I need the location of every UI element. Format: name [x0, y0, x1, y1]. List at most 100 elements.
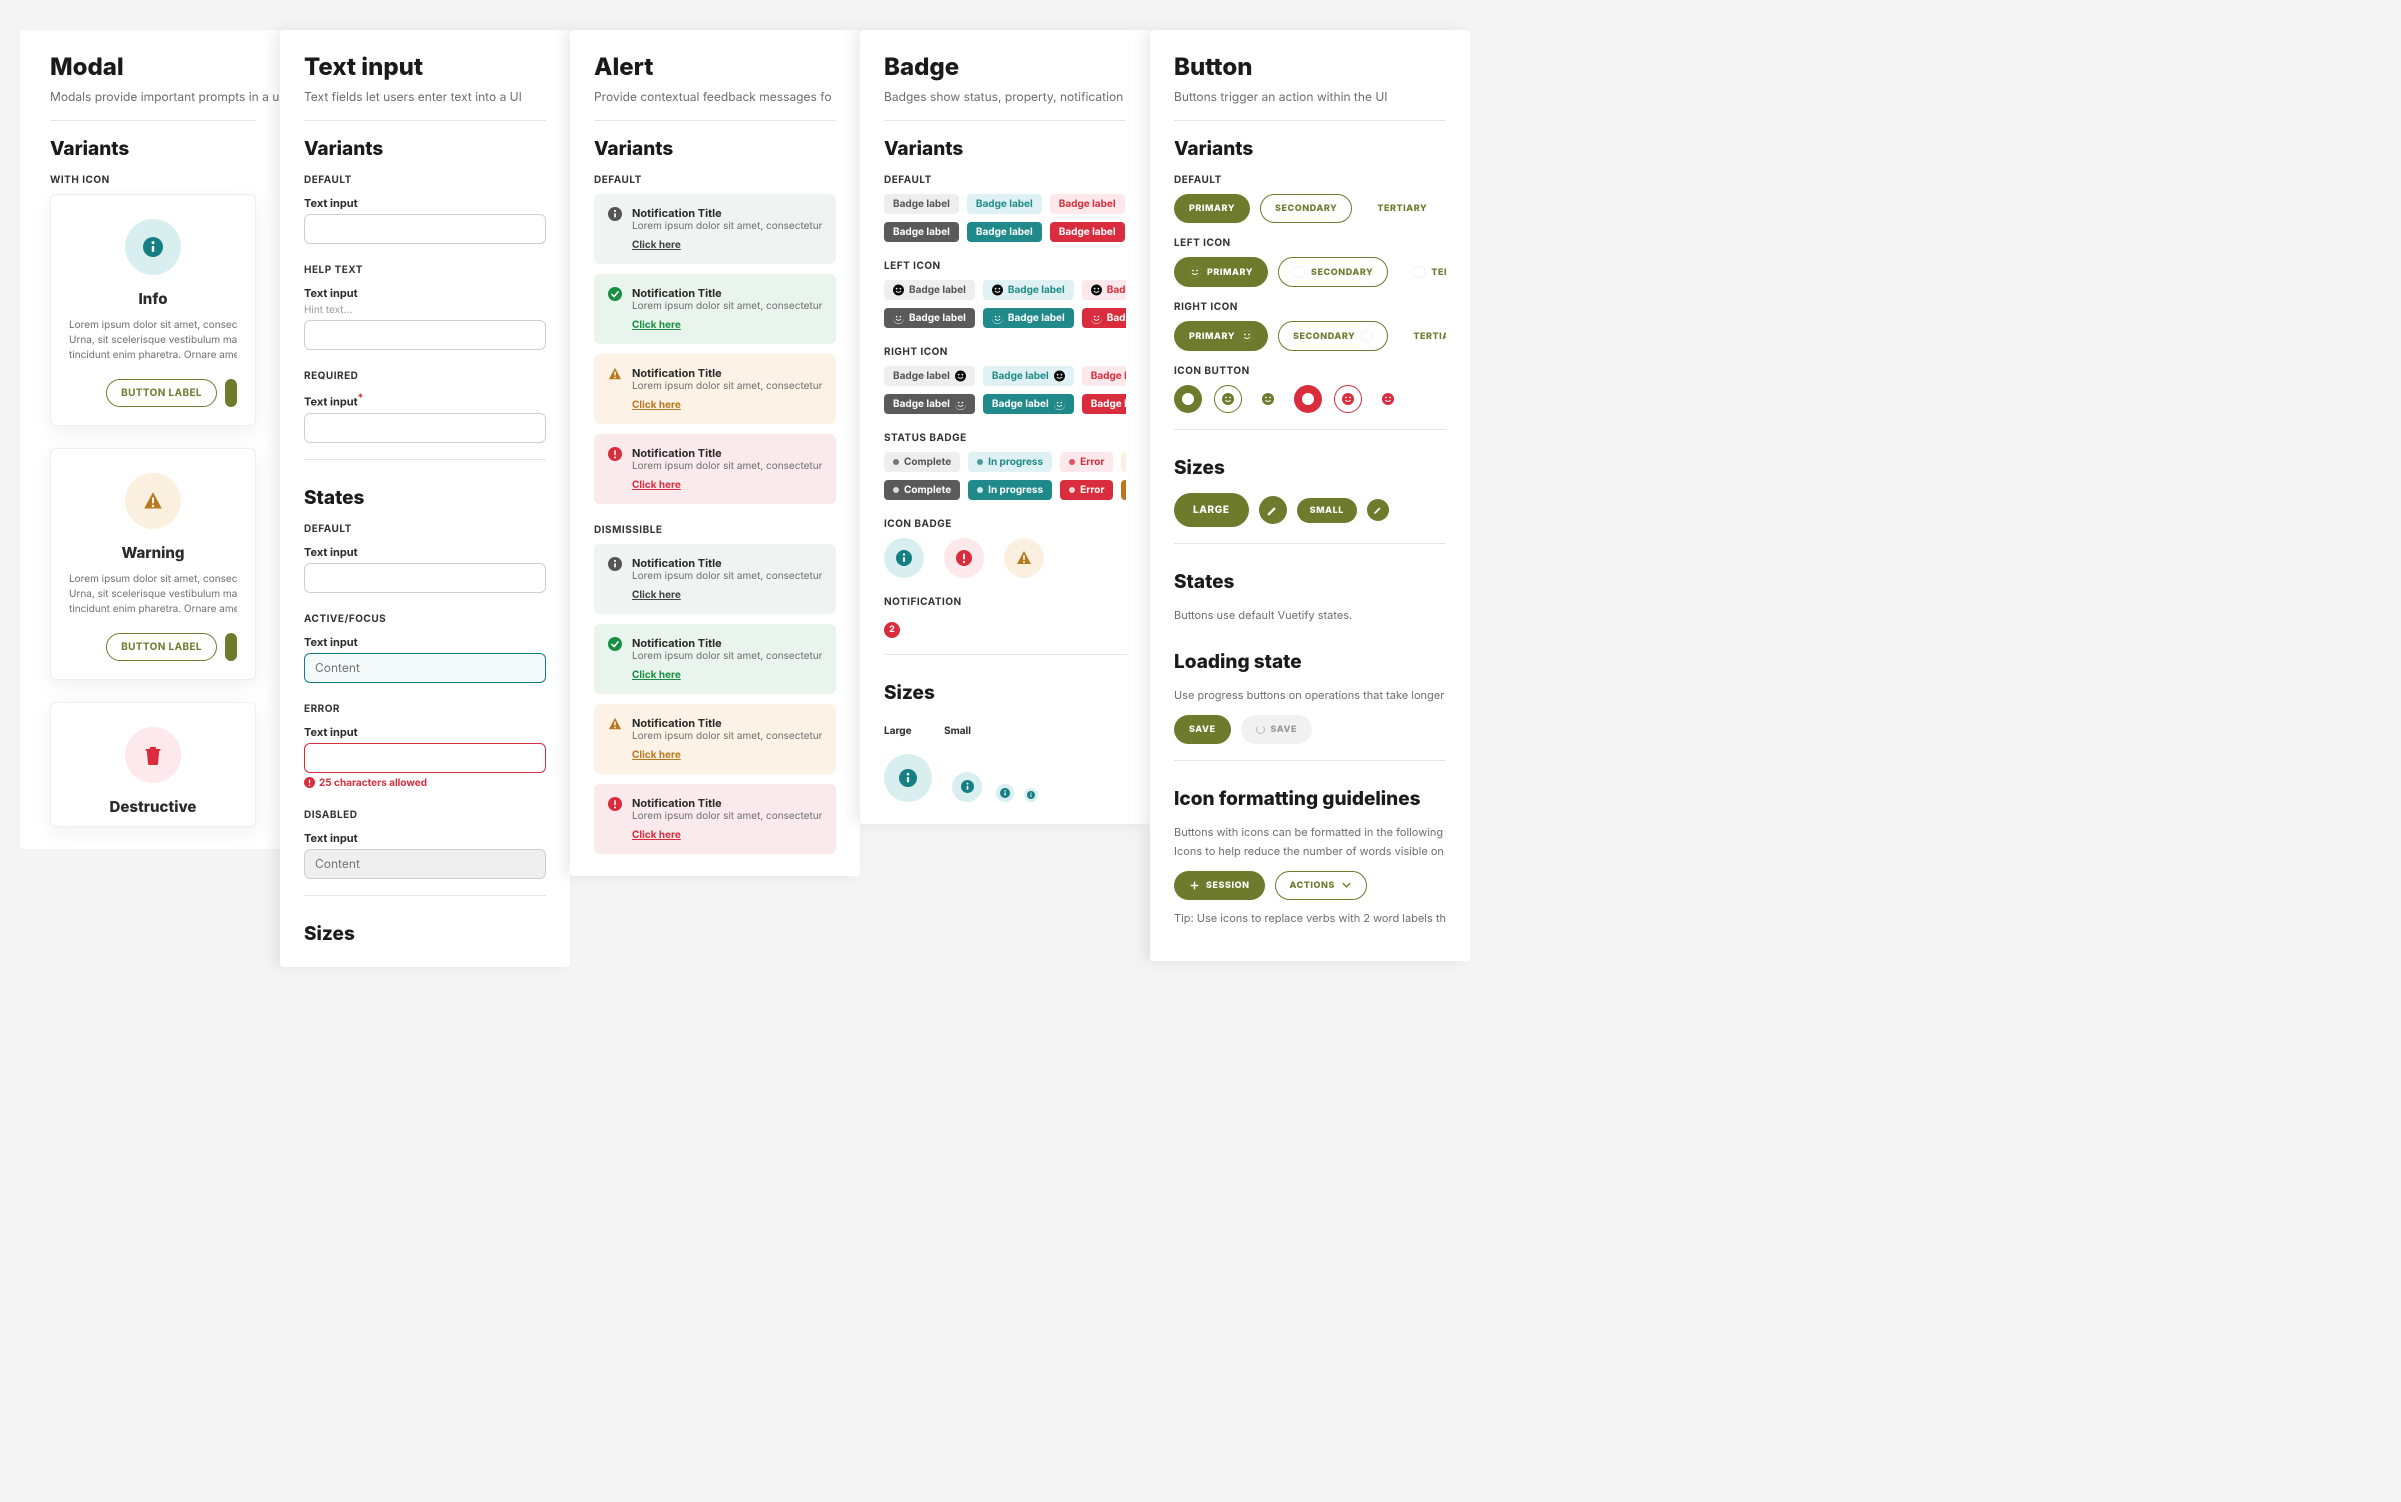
- iconbutton-tertiary[interactable]: [1254, 385, 1282, 413]
- alert-link[interactable]: Click here: [632, 589, 681, 601]
- alert-title: Notification Title: [632, 796, 822, 810]
- divider: [50, 120, 256, 121]
- alert-title: Notification Title: [632, 366, 822, 380]
- status-complete-solid: Complete: [884, 480, 960, 500]
- iconbutton-danger[interactable]: [1294, 385, 1322, 413]
- text-input-state-default[interactable]: [304, 563, 546, 593]
- section-icon-guidelines: Icon formatting guidelines: [1174, 787, 1446, 810]
- variant-right-icon: RIGHT ICON: [1174, 301, 1446, 313]
- variant-dismissible: DISMISSIBLE: [594, 524, 836, 536]
- smile-icon: [1189, 266, 1201, 278]
- session-button[interactable]: SESSION: [1174, 871, 1265, 900]
- section-states: States: [1174, 570, 1446, 593]
- alert-title: Notification Title: [632, 556, 822, 570]
- small-button[interactable]: SMALL: [1297, 498, 1357, 523]
- check-circle-icon: [608, 287, 622, 301]
- variant-default: DEFAULT: [884, 174, 1126, 186]
- primary-button[interactable]: PRIMARY: [1174, 194, 1250, 223]
- primary-button-lefticon[interactable]: PRIMARY: [1174, 257, 1268, 287]
- alert-info-dismissible: Notification TitleLorem ipsum dolor sit …: [594, 544, 836, 614]
- warning-icon: [608, 717, 622, 731]
- divider: [304, 120, 546, 121]
- text-input-required[interactable]: [304, 413, 546, 443]
- alert-link[interactable]: Click here: [632, 319, 681, 331]
- large-button[interactable]: LARGE: [1174, 493, 1249, 527]
- modal-card-body: Lorem ipsum dolor sit amet, consectetur …: [69, 572, 237, 617]
- save-button[interactable]: SAVE: [1174, 715, 1231, 744]
- variant-default: DEFAULT: [594, 174, 836, 186]
- smile-icon: [893, 313, 904, 324]
- badge-lefticon-grey: Badge label: [884, 280, 975, 300]
- alert-link[interactable]: Click here: [632, 399, 681, 411]
- alert-warning-dismissible: Notification TitleLorem ipsum dolor sit …: [594, 704, 836, 774]
- status-warn-light: V: [1121, 452, 1126, 472]
- error-message: 25 characters allowed: [304, 777, 546, 789]
- modal-card-warning: Warning Lorem ipsum dolor sit amet, cons…: [50, 448, 256, 680]
- text-input-active[interactable]: [304, 653, 546, 683]
- iconbutton-primary[interactable]: [1174, 385, 1202, 413]
- badge-righticon-teal: Badge label: [983, 366, 1074, 386]
- input-label: Text input: [304, 725, 546, 739]
- iconbutton-secondary[interactable]: [1214, 385, 1242, 413]
- smile-icon: [1293, 266, 1305, 278]
- info-icon: [125, 219, 181, 275]
- warning-icon: [125, 473, 181, 529]
- variant-left-icon: LEFT ICON: [884, 260, 1126, 272]
- iconbadge-warning: [1004, 538, 1044, 578]
- smile-icon: [955, 399, 966, 410]
- edit-iconbutton-large[interactable]: [1259, 496, 1287, 524]
- section-states: States: [304, 486, 546, 509]
- smile-icon: [1241, 330, 1253, 342]
- divider: [884, 654, 1126, 655]
- alert-body: Lorem ipsum dolor sit amet, consectetur …: [632, 650, 822, 662]
- tertiary-button-lefticon[interactable]: TERTIARY: [1398, 257, 1446, 287]
- badge-solid-red: Badge label: [1050, 222, 1125, 242]
- panel-alert: Alert Provide contextual feedback messag…: [570, 30, 860, 876]
- modal-card-body: Lorem ipsum dolor sit amet, consectetur …: [69, 318, 237, 363]
- info-icon: [608, 557, 622, 571]
- panel-description: Provide contextual feedback messages fo: [594, 89, 836, 104]
- modal-card-title: Info: [69, 289, 237, 308]
- secondary-button-righticon[interactable]: SECONDARY: [1278, 321, 1388, 351]
- text-input-error[interactable]: [304, 743, 546, 773]
- alert-link[interactable]: Click here: [632, 239, 681, 251]
- modal-primary-button[interactable]: [225, 633, 237, 661]
- alert-link[interactable]: Click here: [632, 479, 681, 491]
- alert-body: Lorem ipsum dolor sit amet, consectetur …: [632, 810, 822, 822]
- secondary-button-lefticon[interactable]: SECONDARY: [1278, 257, 1388, 287]
- alert-warning: Notification TitleLorem ipsum dolor sit …: [594, 354, 836, 424]
- modal-secondary-button[interactable]: BUTTON LABEL: [106, 379, 217, 407]
- alert-title: Notification Title: [632, 446, 822, 460]
- iconbadge-error: [944, 538, 984, 578]
- alert-link[interactable]: Click here: [632, 829, 681, 841]
- text-input-default[interactable]: [304, 214, 546, 244]
- secondary-button[interactable]: SECONDARY: [1260, 194, 1352, 223]
- input-label-required: Text input: [304, 392, 546, 409]
- alert-body: Lorem ipsum dolor sit amet, consectetur …: [632, 460, 822, 472]
- trash-icon: [125, 727, 181, 783]
- edit-iconbutton-small[interactable]: [1367, 499, 1389, 521]
- panel-title: Badge: [884, 52, 1126, 81]
- tertiary-button-righticon[interactable]: TERTIARY: [1398, 321, 1446, 351]
- modal-secondary-button[interactable]: BUTTON LABEL: [106, 633, 217, 661]
- alert-link[interactable]: Click here: [632, 749, 681, 761]
- text-input-help[interactable]: [304, 320, 546, 350]
- section-variants: Variants: [594, 137, 836, 160]
- smile-icon: [1091, 285, 1102, 296]
- tertiary-button[interactable]: TERTIARY: [1362, 194, 1442, 223]
- alert-body: Lorem ipsum dolor sit amet, consectetur …: [632, 300, 822, 312]
- modal-primary-button[interactable]: [225, 379, 237, 407]
- primary-button-righticon[interactable]: PRIMARY: [1174, 321, 1268, 351]
- section-variants: Variants: [884, 137, 1126, 160]
- badge-solid-teal: Badge label: [967, 222, 1042, 242]
- divider: [1174, 429, 1446, 430]
- variant-default: DEFAULT: [1174, 174, 1446, 186]
- alert-danger: Notification TitleLorem ipsum dolor sit …: [594, 434, 836, 504]
- iconbutton-danger-tertiary[interactable]: [1374, 385, 1402, 413]
- iconbutton-danger-secondary[interactable]: [1334, 385, 1362, 413]
- input-label: Text input: [304, 196, 546, 210]
- alert-link[interactable]: Click here: [632, 669, 681, 681]
- actions-dropdown-button[interactable]: ACTIONS: [1275, 871, 1367, 900]
- divider: [1174, 760, 1446, 761]
- divider: [594, 120, 836, 121]
